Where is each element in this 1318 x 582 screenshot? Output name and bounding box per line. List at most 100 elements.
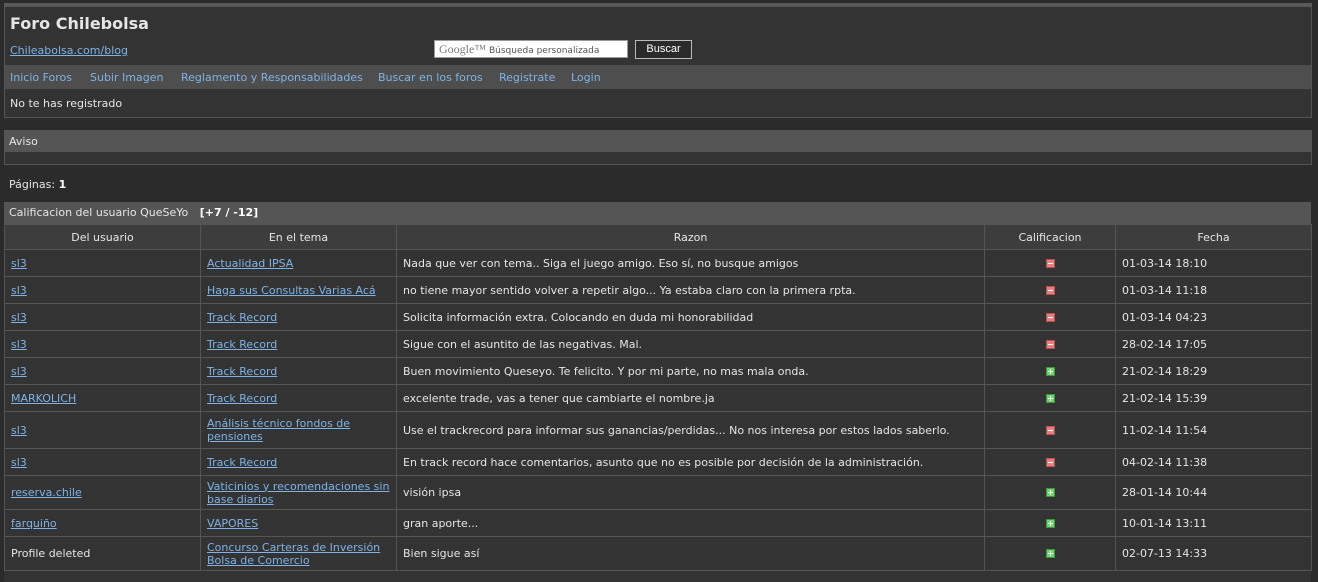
cell-user: sl3 bbox=[4, 357, 201, 385]
topic-link[interactable]: Concurso Carteras de Inversión Bolsa de … bbox=[207, 541, 390, 567]
user-link[interactable]: sl3 bbox=[11, 424, 27, 437]
cell-reason: no tiene mayor sentido volver a repetir … bbox=[396, 276, 985, 304]
cell-rating bbox=[984, 411, 1116, 449]
user-link[interactable]: sl3 bbox=[11, 338, 27, 351]
col-header-rating: Calificacion bbox=[984, 224, 1116, 250]
user-link[interactable]: sl3 bbox=[11, 311, 27, 324]
topic-link[interactable]: Actualidad IPSA bbox=[207, 257, 390, 270]
cell-user: Profile deleted bbox=[4, 536, 201, 571]
cell-date: 28-02-14 17:05 bbox=[1115, 330, 1312, 358]
cell-date: 01-03-14 04:23 bbox=[1115, 303, 1312, 331]
cell-reason: Use el trackrecord para informar sus gan… bbox=[396, 411, 985, 449]
cell-reason: gran aporte... bbox=[396, 509, 985, 537]
negative-rating-icon bbox=[1045, 285, 1055, 295]
nav-reglamento[interactable]: Reglamento y Responsabilidades bbox=[181, 71, 363, 84]
topic-link[interactable]: Track Record bbox=[207, 365, 390, 378]
negative-rating-icon bbox=[1045, 425, 1055, 435]
nav-buscar[interactable]: Buscar en los foros bbox=[378, 71, 483, 84]
col-header-user: Del usuario bbox=[4, 224, 201, 250]
cell-topic: Track Record bbox=[200, 303, 397, 331]
main-nav: Inicio Foros Subir Imagen Reglamento y R… bbox=[5, 65, 1311, 89]
cell-user: farquiño bbox=[4, 509, 201, 537]
cell-rating bbox=[984, 536, 1116, 571]
negative-rating-icon bbox=[1045, 339, 1055, 349]
cell-topic: Haga sus Consultas Varias Acá bbox=[200, 276, 397, 304]
topic-link[interactable]: Track Record bbox=[207, 392, 390, 405]
cell-rating bbox=[984, 475, 1116, 510]
nav-registrate[interactable]: Registrate bbox=[499, 71, 555, 84]
topic-link[interactable]: Vaticinios y recomendaciones sin base di… bbox=[207, 480, 390, 506]
positive-rating-icon bbox=[1045, 366, 1055, 376]
table-row: sl3 Track Record Solicita información extr… bbox=[4, 303, 1312, 331]
cell-date: 21-02-14 15:39 bbox=[1115, 384, 1312, 412]
positive-rating-icon bbox=[1045, 393, 1055, 403]
col-header-topic: En el tema bbox=[200, 224, 397, 250]
table-row: sl3 Análisis técnico fondos de pensiones U… bbox=[4, 411, 1312, 449]
negative-rating-icon bbox=[1045, 312, 1055, 322]
user-link[interactable]: sl3 bbox=[11, 456, 27, 469]
user-link[interactable]: sl3 bbox=[11, 365, 27, 378]
table-row: farquiño VAPORES gran aporte... 10-01-14 13… bbox=[4, 509, 1312, 537]
cell-date: 02-07-13 14:33 bbox=[1115, 536, 1312, 571]
search-button[interactable]: Buscar bbox=[635, 40, 692, 59]
nav-login[interactable]: Login bbox=[571, 71, 601, 84]
nav-subir-imagen[interactable]: Subir Imagen bbox=[90, 71, 163, 84]
cell-reason: excelente trade, vas a tener que cambiar… bbox=[396, 384, 985, 412]
table-row: sl3 Track Record Buen movimiento Queseyo. … bbox=[4, 357, 1312, 385]
blog-link[interactable]: Chileabolsa.com/blog bbox=[10, 44, 128, 57]
cell-reason: Sigue con el asuntito de las negativas. … bbox=[396, 330, 985, 358]
table-row: MARKOLICH Track Record excelente trade, va… bbox=[4, 384, 1312, 412]
cell-reason: Solicita información extra. Colocando en… bbox=[396, 303, 985, 331]
col-header-reason: Razon bbox=[396, 224, 985, 250]
cell-user: sl3 bbox=[4, 411, 201, 449]
notice-box: Aviso bbox=[4, 130, 1312, 165]
cell-user: MARKOLICH bbox=[4, 384, 201, 412]
user-link[interactable]: farquiño bbox=[11, 517, 57, 530]
topic-link[interactable]: Track Record bbox=[207, 456, 390, 469]
user-link[interactable]: MARKOLICH bbox=[11, 392, 76, 405]
positive-rating-icon bbox=[1045, 488, 1055, 497]
table-row: sl3 Actualidad IPSA Nada que ver con tema.… bbox=[4, 249, 1312, 277]
negative-rating-icon bbox=[1045, 457, 1055, 467]
cell-topic: Análisis técnico fondos de pensiones bbox=[200, 411, 397, 449]
cell-reason: Bien sigue así bbox=[396, 536, 985, 571]
search-input[interactable]: Google™ Búsqueda personalizada bbox=[434, 40, 628, 58]
user-link[interactable]: sl3 bbox=[11, 257, 27, 270]
user-link[interactable]: sl3 bbox=[11, 284, 27, 297]
topic-link[interactable]: VAPORES bbox=[207, 517, 390, 530]
table-row: sl3 Haga sus Consultas Varias Acá no tiene… bbox=[4, 276, 1312, 304]
cell-rating bbox=[984, 330, 1116, 358]
cell-rating bbox=[984, 276, 1116, 304]
topic-link[interactable]: Análisis técnico fondos de pensiones bbox=[207, 417, 390, 443]
cell-date: 01-03-14 18:10 bbox=[1115, 249, 1312, 277]
cell-date: 04-02-14 11:38 bbox=[1115, 448, 1312, 476]
cell-reason: Buen movimiento Queseyo. Te felicito. Y … bbox=[396, 357, 985, 385]
cell-date: 28-01-14 10:44 bbox=[1115, 475, 1312, 510]
cell-date: 01-03-14 11:18 bbox=[1115, 276, 1312, 304]
positive-rating-icon bbox=[1045, 518, 1055, 528]
cell-rating bbox=[984, 509, 1116, 537]
cell-topic: Track Record bbox=[200, 330, 397, 358]
col-header-date: Fecha bbox=[1115, 224, 1312, 250]
topic-link[interactable]: Haga sus Consultas Varias Acá bbox=[207, 284, 390, 297]
ratings-title: Calificacion del usuario QueSeYo [+7 / -… bbox=[4, 202, 1311, 224]
forum-header: Foro Chilebolsa Chileabolsa.com/blog Goo… bbox=[4, 6, 1312, 118]
cell-topic: Vaticinios y recomendaciones sin base di… bbox=[200, 475, 397, 510]
negative-rating-icon bbox=[1045, 258, 1055, 268]
cell-rating bbox=[984, 384, 1116, 412]
topic-link[interactable]: Track Record bbox=[207, 311, 390, 324]
cell-reason: En track record hace comentarios, asunto… bbox=[396, 448, 985, 476]
cell-user: sl3 bbox=[4, 276, 201, 304]
nav-inicio-foros[interactable]: Inicio Foros bbox=[10, 71, 72, 84]
ratings-panel: Calificacion del usuario QueSeYo [+7 / -… bbox=[4, 202, 1312, 582]
cell-rating bbox=[984, 249, 1116, 277]
cell-user: reserva.chile bbox=[4, 475, 201, 510]
table-row: sl3 Track Record En track record hace come… bbox=[4, 448, 1312, 476]
google-logo: Google™ bbox=[439, 42, 487, 56]
cell-rating bbox=[984, 448, 1116, 476]
user-link[interactable]: reserva.chile bbox=[11, 486, 82, 499]
table-header-row: Del usuario En el tema Razon Calificacio… bbox=[4, 224, 1312, 250]
table-row: Profile deleted Concurso Carteras de Inve… bbox=[4, 536, 1312, 571]
cell-reason: Nada que ver con tema.. Siga el juego am… bbox=[396, 249, 985, 277]
topic-link[interactable]: Track Record bbox=[207, 338, 390, 351]
